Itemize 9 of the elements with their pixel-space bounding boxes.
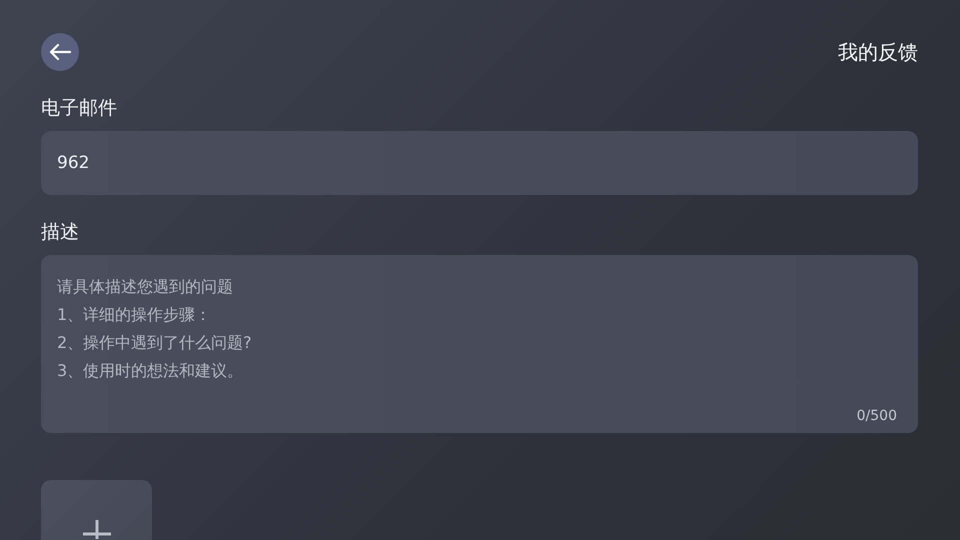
email-label: 电子邮件 xyxy=(41,96,117,121)
email-field[interactable]: 962 xyxy=(41,131,918,195)
description-label: 描述 xyxy=(41,220,79,245)
description-field[interactable]: 请具体描述您遇到的问题 1、详细的操作步骤： 2、操作中遇到了什么问题? 3、使用时的想法和建议。 0/500 xyxy=(41,255,918,433)
character-counter: 0/500 xyxy=(856,408,897,424)
plus-icon xyxy=(82,520,110,539)
page-title: 我的反馈 xyxy=(838,38,918,66)
back-button[interactable] xyxy=(41,33,79,71)
back-arrow-icon xyxy=(49,43,71,61)
